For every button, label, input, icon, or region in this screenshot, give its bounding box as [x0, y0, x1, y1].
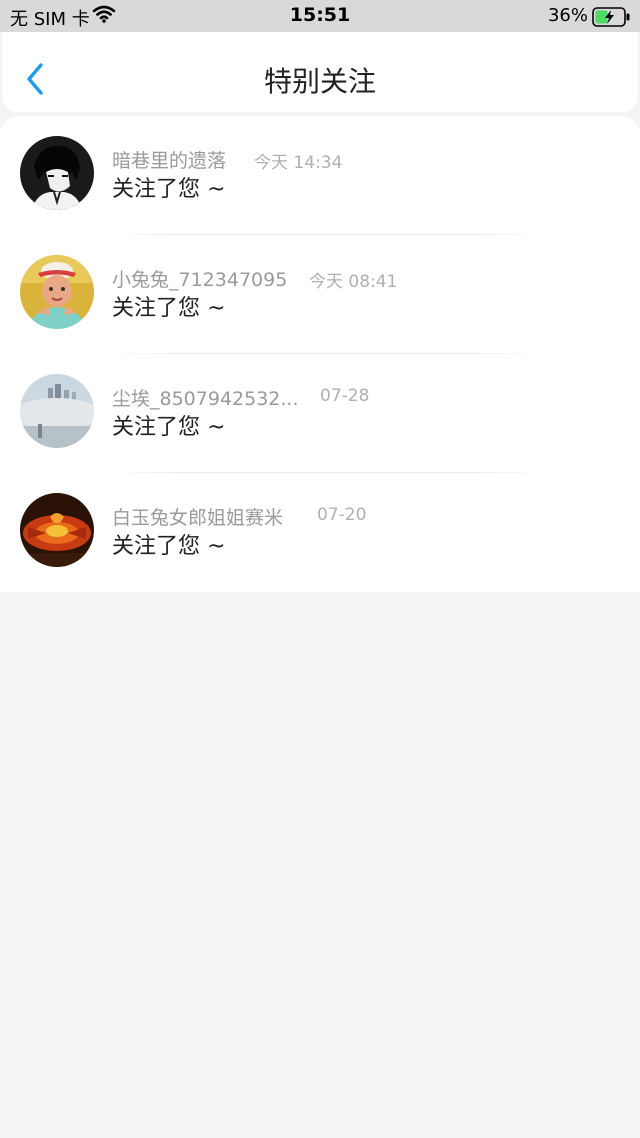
- status-bar: 无 SIM 卡 15:51 36%: [0, 0, 640, 32]
- timestamp: 07-20: [317, 505, 367, 525]
- username: 尘埃_8507942532...: [112, 388, 299, 410]
- avatar[interactable]: [20, 255, 94, 329]
- timestamp: 今天 14:34: [254, 153, 343, 173]
- list-item[interactable]: 白玉兔女郎姐姐赛米 07-20 关注了您 ~: [0, 473, 640, 592]
- notification-message: 关注了您 ~: [112, 177, 226, 202]
- username: 白玉兔女郎姐姐赛米: [112, 507, 284, 529]
- list-item[interactable]: 暗巷里的遗落 今天 14:34 关注了您 ~: [0, 116, 640, 235]
- list-item[interactable]: 尘埃_8507942532... 07-28 关注了您 ~: [0, 354, 640, 473]
- avatar[interactable]: [20, 136, 94, 210]
- notification-message: 关注了您 ~: [112, 296, 226, 321]
- timestamp: 07-28: [320, 386, 370, 406]
- avatar[interactable]: [20, 493, 94, 567]
- list-item[interactable]: 小兔兔_712347095 今天 08:41 关注了您 ~: [0, 235, 640, 354]
- status-time: 15:51: [289, 4, 351, 26]
- battery-percentage: 36%: [547, 5, 588, 26]
- username: 暗巷里的遗落: [112, 150, 227, 172]
- page-title: 特别关注: [263, 65, 376, 98]
- nav-bar: 特别关注: [2, 32, 638, 112]
- avatar[interactable]: [20, 374, 94, 448]
- notification-message: 关注了您 ~: [112, 534, 226, 559]
- notification-message: 关注了您 ~: [112, 415, 226, 440]
- battery-charging-icon: [592, 7, 632, 31]
- username: 小兔兔_712347095: [112, 269, 288, 291]
- follow-list: 暗巷里的遗落 今天 14:34 关注了您 ~ 小兔兔_712347095 今天 …: [0, 116, 640, 592]
- timestamp: 今天 08:41: [309, 272, 398, 292]
